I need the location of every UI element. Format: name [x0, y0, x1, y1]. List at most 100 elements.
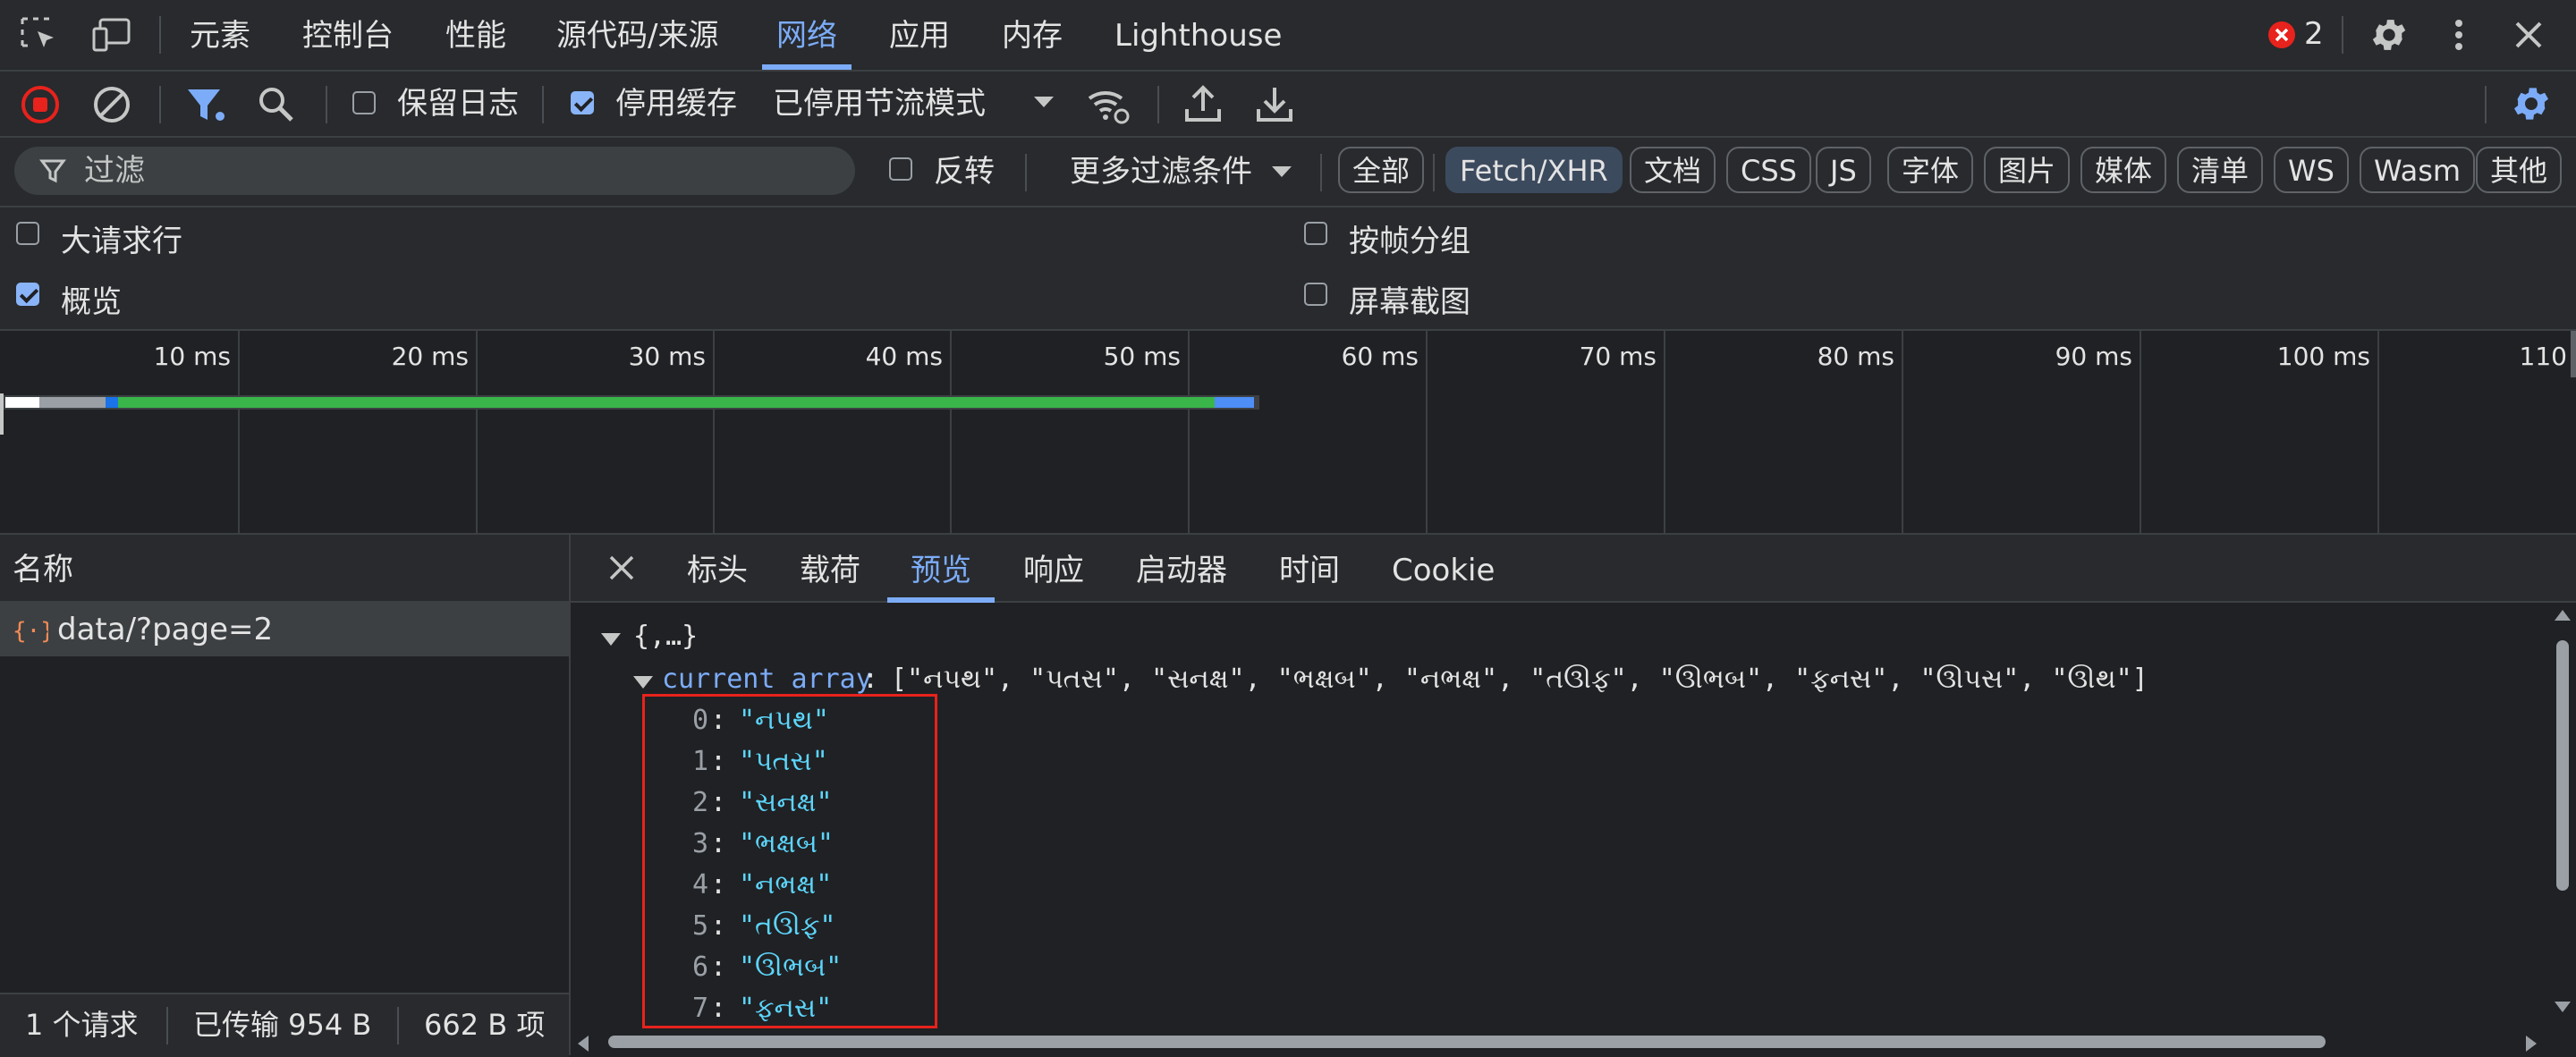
timeline-gridline — [713, 331, 715, 533]
filter-placeholder: 过滤 — [84, 153, 145, 189]
horizontal-scrollbar[interactable] — [571, 1028, 2549, 1055]
preview-root-label[interactable]: {,…} — [633, 621, 698, 652]
overview-checkbox[interactable] — [16, 283, 39, 306]
throttling-select[interactable]: 已停用节流模式 — [773, 72, 986, 136]
tab-console[interactable]: 控制台 — [302, 0, 394, 70]
scroll-down-arrow-icon[interactable] — [2555, 1002, 2571, 1012]
tab-lighthouse[interactable]: Lighthouse — [1114, 0, 1282, 70]
timeline-bar-queueing — [5, 397, 39, 408]
screenshots-checkbox[interactable] — [1304, 283, 1327, 306]
network-toolbar: 保留日志 停用缓存 已停用节流模式 — [0, 72, 2576, 138]
more-options-icon[interactable] — [2440, 16, 2478, 54]
invert-label: 反转 — [934, 154, 995, 190]
close-devtools-icon[interactable] — [2510, 16, 2547, 54]
tab-application[interactable]: 应用 — [889, 0, 950, 70]
timeline-tick-label: 90 ms — [2055, 342, 2132, 371]
inspect-element-icon[interactable] — [20, 16, 59, 54]
filter-separator — [1320, 154, 1322, 191]
filter-separator — [1433, 154, 1435, 191]
filter-separator — [1025, 154, 1027, 191]
disable-cache-checkbox[interactable] — [571, 91, 594, 114]
filter-funnel-icon[interactable] — [184, 84, 229, 125]
timeline-right-handle[interactable] — [2571, 331, 2576, 377]
close-details-icon[interactable] — [606, 553, 637, 583]
tab-performance[interactable]: 性能 — [445, 0, 506, 70]
status-separator — [397, 1007, 399, 1044]
timeline-tick-label: 50 ms — [1103, 342, 1181, 371]
status-separator — [166, 1007, 168, 1044]
timeline-tick-label: 80 ms — [1817, 342, 1894, 371]
search-icon[interactable] — [256, 84, 297, 125]
timeline-bar-waiting — [118, 397, 1215, 408]
expand-root-triangle-icon[interactable] — [601, 633, 621, 647]
timeline-tick-label: 30 ms — [628, 342, 706, 371]
filter-chip-other[interactable]: 其他 — [2476, 147, 2563, 193]
filter-chip-img[interactable]: 图片 — [1984, 147, 2071, 193]
tab-sources[interactable]: 源代码/来源 — [556, 0, 718, 70]
settings-gear-icon[interactable] — [2368, 14, 2410, 55]
filter-chip-font[interactable]: 字体 — [1887, 147, 1974, 193]
tab-preview[interactable]: 预览 — [887, 535, 995, 603]
filter-chip-wasm[interactable]: Wasm — [2360, 147, 2476, 193]
timeline-overview[interactable]: 10 ms 20 ms 30 ms 40 ms 50 ms 60 ms 70 m… — [0, 331, 2576, 535]
filter-chip-media[interactable]: 媒体 — [2080, 147, 2167, 193]
more-filters-dropdown[interactable]: 更多过滤条件 — [1070, 138, 1252, 206]
disable-cache-label: 停用缓存 — [615, 86, 737, 122]
chevron-down-icon — [1034, 97, 1054, 109]
preserve-log-checkbox[interactable] — [352, 91, 376, 114]
toolbar-separator — [542, 86, 544, 123]
clear-icon[interactable] — [91, 84, 132, 125]
timeline-tick-label: 60 ms — [1341, 342, 1419, 371]
group-by-frame-checkbox[interactable] — [1304, 222, 1327, 245]
transferred-size: 已传输 954 B — [193, 1008, 372, 1042]
network-settings-gear-icon[interactable] — [2510, 82, 2553, 125]
toolbar-separator — [1157, 86, 1159, 123]
timeline-bar-download — [1215, 397, 1254, 408]
name-column-header[interactable]: 名称 — [13, 535, 73, 605]
array-key[interactable]: current array — [662, 664, 872, 695]
vertical-scroll-thumb[interactable] — [2556, 640, 2569, 891]
filter-chip-doc[interactable]: 文档 — [1630, 147, 1716, 193]
filter-chip-manifest[interactable]: 清单 — [2177, 147, 2264, 193]
filter-input[interactable]: 过滤 — [14, 147, 855, 195]
tab-memory[interactable]: 内存 — [1002, 0, 1063, 70]
tab-headers[interactable]: 标头 — [687, 535, 748, 601]
tab-payload[interactable]: 载荷 — [800, 535, 860, 601]
stop-recording-icon[interactable] — [20, 84, 61, 125]
scroll-right-arrow-icon[interactable] — [2526, 1036, 2537, 1052]
request-list: 名称 {·} data/?page=2 1 个请求 已传输 954 B 662 … — [0, 535, 571, 1057]
tab-timing[interactable]: 时间 — [1279, 535, 1340, 601]
big-request-rows-checkbox[interactable] — [16, 222, 39, 245]
filter-chip-ws[interactable]: WS — [2274, 147, 2349, 193]
request-row[interactable]: {·} data/?page=2 — [0, 603, 569, 656]
invert-checkbox[interactable] — [889, 157, 912, 181]
scroll-left-arrow-icon[interactable] — [578, 1036, 589, 1052]
tab-initiator[interactable]: 启动器 — [1136, 535, 1227, 601]
network-conditions-wifi-icon[interactable] — [1086, 84, 1131, 125]
toolbar-separator — [326, 86, 327, 123]
timeline-tick-label: 10 ms — [153, 342, 231, 371]
tab-elements[interactable]: 元素 — [190, 0, 250, 70]
tab-response[interactable]: 响应 — [1023, 535, 1084, 601]
scroll-up-arrow-icon[interactable] — [2555, 610, 2571, 621]
timeline-bar-stalled — [39, 397, 106, 408]
toolbar-separator — [2485, 86, 2487, 123]
import-har-upload-icon[interactable] — [1182, 82, 1224, 125]
highlight-annotation-box — [642, 694, 937, 1028]
horizontal-scroll-thumb[interactable] — [608, 1036, 2326, 1048]
timeline-gridline — [2377, 331, 2379, 533]
expand-array-triangle-icon[interactable] — [633, 676, 653, 690]
vertical-scrollbar[interactable] — [2549, 605, 2576, 1025]
timeline-tick-label: 110 — [2519, 342, 2567, 371]
filter-chip-all[interactable]: 全部 — [1338, 147, 1425, 193]
tab-network[interactable]: 网络 — [762, 0, 852, 70]
device-toolbar-icon[interactable] — [91, 16, 132, 54]
filter-chip-css[interactable]: CSS — [1726, 147, 1811, 193]
filter-chip-fetch-xhr[interactable]: Fetch/XHR — [1445, 147, 1623, 193]
filter-chip-js[interactable]: JS — [1816, 147, 1871, 193]
timeline-tick-label: 40 ms — [865, 342, 943, 371]
export-har-download-icon[interactable] — [1254, 82, 1295, 125]
tab-cookies[interactable]: Cookie — [1392, 535, 1495, 601]
request-list-header[interactable]: 名称 — [0, 535, 569, 603]
group-by-frame-label: 按帧分组 — [1349, 224, 1470, 259]
